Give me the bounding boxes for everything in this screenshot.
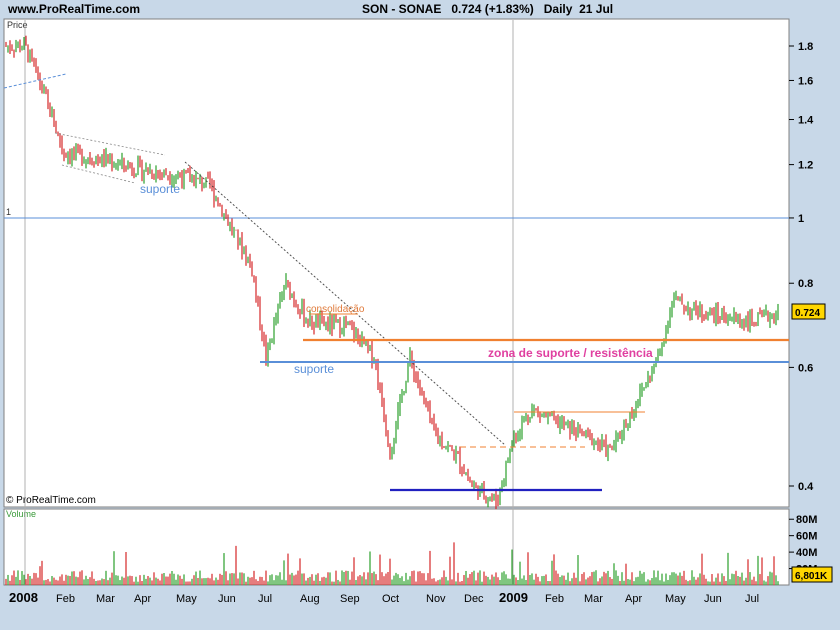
copyright: © ProRealTime.com (6, 495, 96, 506)
month-label: Feb (56, 593, 75, 605)
price-tick-label: 0.6 (798, 362, 813, 374)
month-label: Jun (704, 593, 722, 605)
volume-axis: 80M60M40M20M (789, 514, 817, 576)
price-tick-label: 0.4 (798, 481, 814, 493)
year-label: 2009 (499, 590, 528, 605)
price-tick-label: 0.8 (798, 278, 813, 290)
month-label: Jul (745, 593, 759, 605)
price-tick-label: 1.6 (798, 75, 813, 87)
time-axis: 2008 Feb Mar Apr May Jun Jul Aug Sep Oct Nov Dec 200… (9, 590, 759, 605)
price-tick-label: 1 (798, 213, 804, 225)
month-label: May (176, 593, 197, 605)
ref-line-label: 1 (6, 207, 11, 217)
annotation-suporte-mid: suporte (294, 362, 334, 376)
volume-label: Volume (6, 509, 36, 519)
month-label: Mar (584, 593, 603, 605)
month-label: Jul (258, 593, 272, 605)
month-label: Sep (340, 593, 360, 605)
last-volume-value: 6,801K (795, 571, 828, 582)
annotation-suporte-top: suporte (140, 182, 180, 196)
price-tick-label: 1.8 (798, 41, 813, 53)
annotation-zona: zona de suporte / resistência (488, 346, 653, 360)
month-label: Oct (382, 593, 399, 605)
month-label: Apr (625, 593, 642, 605)
month-label: Mar (96, 593, 115, 605)
month-label: May (665, 593, 686, 605)
month-label: Dec (464, 593, 484, 605)
chart-canvas: Price Volume 1 © ProRealTime.com 1.81.61… (3, 18, 833, 605)
volume-tick-label: 60M (796, 531, 817, 543)
month-label: Nov (426, 593, 446, 605)
volume-tick-label: 40M (796, 547, 817, 559)
annotation-consolidacao: consolidação (306, 304, 365, 315)
volume-tick-label: 80M (796, 514, 817, 526)
last-price-value: 0.724 (795, 308, 820, 319)
price-label: Price (7, 20, 28, 30)
month-label: Apr (134, 593, 151, 605)
price-axis: 1.8 1.6 1.4 1.2 1 0.8 0.6 0.4 (789, 41, 814, 493)
month-label: Feb (545, 593, 564, 605)
price-tick-label: 1.2 (798, 160, 813, 172)
year-label: 2008 (9, 590, 38, 605)
month-label: Jun (218, 593, 236, 605)
price-tick-label: 1.4 (798, 115, 814, 127)
month-label: Aug (300, 593, 320, 605)
